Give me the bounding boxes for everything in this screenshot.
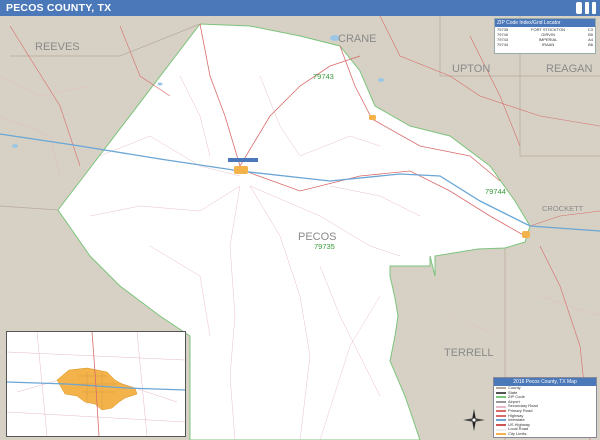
map-legend: 2016 Pecos County, TX Map County State Z…: [493, 377, 597, 438]
title-bar: PECOS COUNTY, TX: [0, 0, 600, 16]
zip-code-index: ZIP Code Index/Grid Locator 79735 FORT S…: [494, 18, 596, 54]
county-label-terrell: TERRELL: [444, 347, 494, 359]
fort-stockton-label-box: [228, 158, 258, 162]
imperial-city: [369, 115, 376, 120]
zip-label-79735: 79735: [314, 242, 335, 251]
fort-stockton-city: [234, 166, 248, 174]
county-label-reeves: REEVES: [35, 41, 80, 53]
zip-label-79744: 79744: [485, 187, 506, 196]
zip-index-row: 79744 IRAAN B6: [497, 42, 593, 47]
brand-logos: [576, 1, 596, 15]
county-label-crane: CRANE: [338, 33, 377, 45]
zip-index-header: ZIP Code Index/Grid Locator: [495, 19, 595, 27]
brand-badge-1: [585, 2, 589, 14]
county-label-reagan: REAGAN: [546, 63, 593, 75]
legend-row: City Limits: [494, 431, 596, 437]
iraan-city: [522, 231, 530, 238]
map-title: PECOS COUNTY, TX: [6, 2, 112, 14]
brand-logo: [576, 2, 582, 14]
city-inset-map[interactable]: [6, 331, 186, 437]
county-label-crockett: CROCKETT: [542, 204, 584, 213]
inset-svg: [7, 332, 185, 436]
brand-badge-2: [592, 2, 596, 14]
county-label-upton: UPTON: [452, 63, 490, 75]
compass-rose-icon: [463, 409, 485, 431]
zip-label-79743: 79743: [313, 72, 334, 81]
